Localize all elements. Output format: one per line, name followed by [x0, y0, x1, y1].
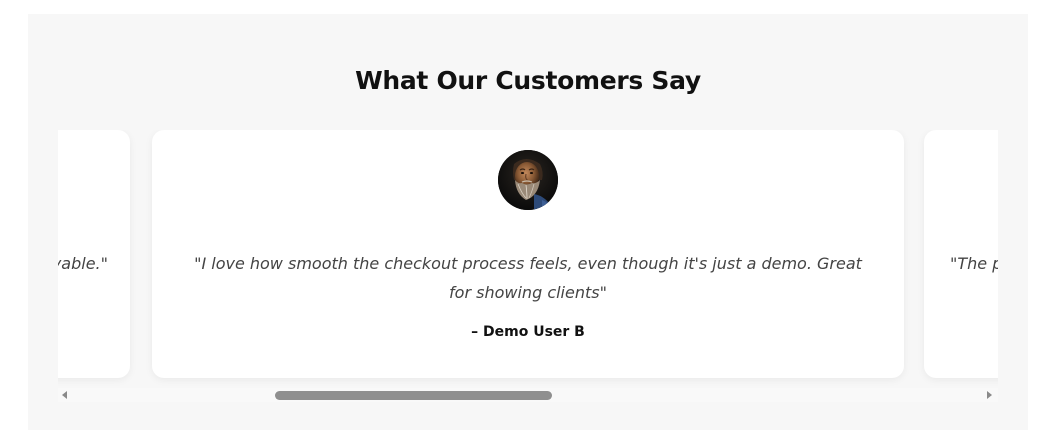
scroll-left-icon[interactable] [62, 391, 67, 399]
testimonials-section: What Our Customers Say yable." [28, 14, 1028, 430]
testimonial-carousel[interactable]: yable." [58, 130, 998, 420]
testimonial-author: – Demo User B [471, 324, 585, 340]
scroll-right-icon[interactable] [987, 391, 992, 399]
testimonial-quote: "I love how smooth the checkout process … [194, 254, 862, 302]
customer-avatar [498, 150, 558, 210]
testimonial-quote-previous: yable." [58, 254, 108, 273]
testimonial-card-previous: yable." [58, 130, 130, 378]
horizontal-scrollbar[interactable] [58, 388, 998, 402]
section-title: What Our Customers Say [355, 66, 701, 95]
scroll-thumb[interactable] [275, 391, 552, 400]
bearded-man-avatar-icon [498, 150, 558, 210]
testimonial-card: "I love how smooth the checkout process … [152, 130, 904, 378]
testimonial-card-next: "The p [924, 130, 998, 378]
testimonial-quote-next: "The p [950, 254, 998, 273]
